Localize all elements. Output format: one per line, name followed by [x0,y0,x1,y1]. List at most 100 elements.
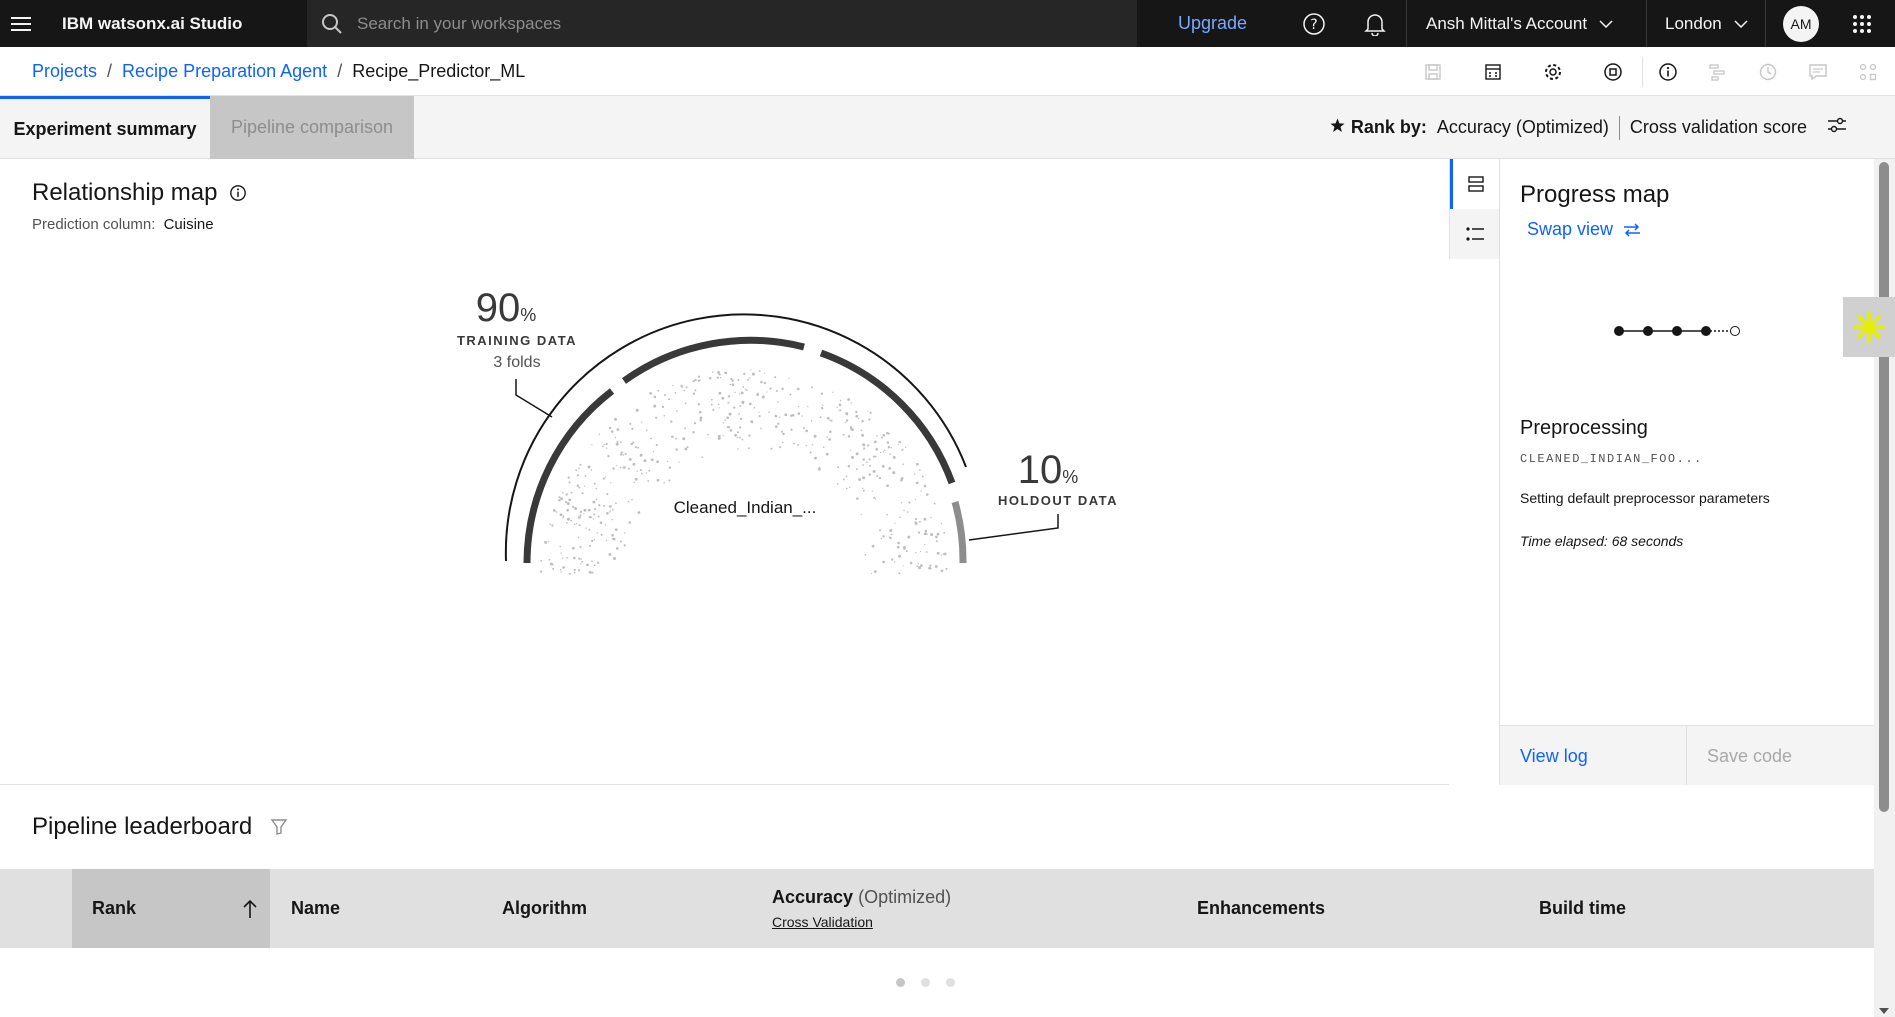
menu-icon[interactable] [0,0,42,47]
breadcrumb-separator: / [337,60,343,81]
scatter-dot [733,406,736,409]
scatter-dot [562,491,564,494]
breadcrumb-project[interactable]: Recipe Preparation Agent [122,61,327,82]
scatter-dot [876,435,878,437]
assets-icon[interactable] [1843,47,1893,96]
scatter-dot [869,411,872,414]
scatter-dot [760,427,762,430]
view-log-button[interactable]: View log [1500,726,1687,786]
scatter-dot [769,387,772,390]
notification-bell-icon[interactable] [1351,0,1399,47]
breadcrumb-projects[interactable]: Projects [32,61,97,82]
scatter-dot [647,480,650,482]
avatar[interactable]: AM [1783,6,1819,42]
scatter-dot [656,478,660,482]
scrollbar-thumb[interactable] [1879,162,1889,812]
scatter-dot [862,458,865,461]
filter-icon[interactable] [270,818,288,836]
upgrade-link[interactable]: Upgrade [1178,0,1247,47]
scatter-dot [919,550,922,553]
training-fold-arc-2[interactable] [621,336,805,384]
scatter-dot [588,570,592,574]
rank-by-metric[interactable]: Accuracy (Optimized) [1437,117,1609,138]
scatter-dot [828,438,832,441]
scatter-dot [600,533,603,536]
column-build-time[interactable]: Build time [1539,869,1626,948]
scatter-dot [631,427,634,430]
scatter-dot [661,405,665,409]
scatter-dot [624,453,627,456]
scatter-dot [612,467,615,470]
scatter-dot [750,420,754,424]
history-icon[interactable] [1743,47,1793,96]
search-input[interactable] [357,13,1057,34]
save-code-button[interactable]: Save code [1687,726,1874,786]
settings-gear-icon[interactable] [1528,47,1578,96]
help-icon[interactable]: ? [1290,0,1338,47]
scatter-dot [819,416,822,419]
dataset-name[interactable]: Cleaned_Indian_... [674,498,817,517]
scatter-dot [698,410,702,414]
scatter-dot [620,451,623,454]
details-view-toggle[interactable] [1450,209,1499,259]
scatter-dot [748,434,751,437]
training-fold-arc-3[interactable] [819,349,956,485]
info-icon[interactable] [1643,47,1693,96]
sliders-settings-icon[interactable] [1827,116,1847,139]
ai-assistant-launcher[interactable] [1843,297,1895,357]
scatter-dot [880,537,883,540]
stop-icon[interactable] [1588,47,1638,96]
scatter-dot [870,572,873,575]
cross-validation-link[interactable]: Cross Validation [772,914,873,930]
tab-experiment-summary[interactable]: Experiment summary [0,96,210,159]
scroll-down-arrow-icon[interactable] [1877,1005,1891,1017]
scatter-dot [826,436,828,438]
scatter-dot [697,402,701,406]
sort-arrow-up-icon[interactable] [242,899,258,919]
scatter-dot [637,511,641,514]
column-algorithm[interactable]: Algorithm [502,869,587,948]
list-view-icon [1468,176,1484,192]
scatter-dot [878,476,882,480]
region-switcher[interactable]: London [1665,0,1748,47]
rank-by-score[interactable]: Cross validation score [1630,117,1807,138]
summary-view-toggle[interactable] [1450,159,1499,209]
column-name[interactable]: Name [291,869,340,948]
scatter-dot [602,477,605,480]
scrollbar[interactable] [1874,159,1895,1017]
scatter-dot [579,545,582,549]
brand-name[interactable]: IBM watsonx.ai Studio [62,14,307,34]
column-accuracy[interactable]: Accuracy (Optimized) Cross Validation [772,869,951,948]
scatter-dot [923,517,927,521]
relationship-map-graphic: 90% TRAINING DATA 3 folds 10% HOLDOUT DA… [457,286,1117,575]
scatter-dot [900,477,904,480]
scatter-dot [894,522,896,524]
scatter-dot [590,469,593,471]
leaderboard-heading: Pipeline leaderboard [32,813,288,841]
scatter-dot [623,532,626,534]
scatter-dot [604,476,607,478]
calculator-icon[interactable] [1468,47,1518,96]
scatter-dot [573,568,576,571]
pipeline-icon[interactable] [1693,47,1743,96]
comment-icon[interactable] [1793,47,1843,96]
scatter-dot [882,535,885,538]
scatter-dot [597,515,600,518]
column-rank[interactable]: Rank [72,869,270,948]
scatter-dot [867,410,869,412]
scatter-dot [561,557,564,559]
scatter-dot [576,474,580,477]
scatter-dot [565,493,568,496]
holdout-arc[interactable] [951,501,967,564]
table-header: Rank Name Algorithm Accuracy (Optimized)… [0,869,1874,948]
swap-view-link[interactable]: Swap view [1527,219,1641,240]
scatter-dot [847,465,851,468]
scatter-dot [611,518,613,521]
save-icon[interactable] [1408,47,1458,96]
tab-pipeline-comparison[interactable]: Pipeline comparison [210,96,414,159]
column-enhancements[interactable]: Enhancements [1197,869,1325,948]
account-switcher[interactable]: Ansh Mittal's Account [1426,0,1613,47]
scatter-dot [548,558,551,561]
app-switcher-icon[interactable] [1838,0,1886,47]
search-bar[interactable] [307,0,1137,47]
